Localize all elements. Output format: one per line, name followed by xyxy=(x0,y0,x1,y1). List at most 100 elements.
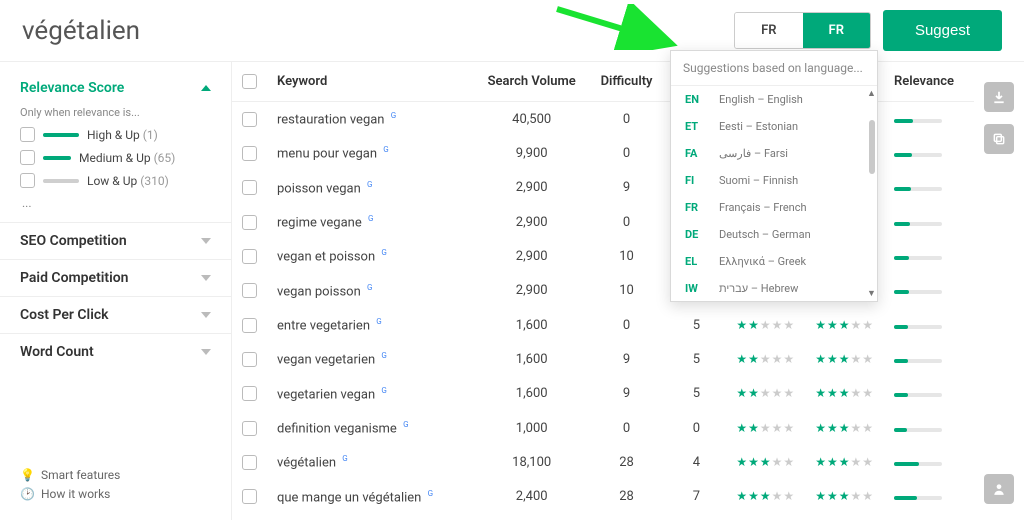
scroll-up-arrow[interactable]: ▲ xyxy=(867,88,875,99)
relevance-option[interactable]: Medium & Up (65) xyxy=(20,150,211,165)
language-dropdown[interactable]: Suggestions based on language... ▲ ENEng… xyxy=(670,50,878,302)
language-option[interactable]: IWעברית – Hebrew xyxy=(671,275,877,301)
keyword-cell[interactable]: restauration vegan G xyxy=(267,102,477,137)
row-checkbox[interactable] xyxy=(242,318,257,333)
keyword-cell[interactable]: definition veganisme G xyxy=(267,411,477,445)
scroll-down-arrow[interactable]: ▼ xyxy=(867,288,875,299)
row-checkbox[interactable] xyxy=(242,489,257,504)
difficulty-cell: 10 xyxy=(587,239,667,273)
copy-button[interactable] xyxy=(984,124,1014,154)
lang-language-button[interactable]: FR xyxy=(803,13,870,48)
language-option[interactable]: FISuomi – Finnish xyxy=(671,167,877,194)
facet-relevance-title: Relevance Score xyxy=(20,80,124,96)
volume-cell: 2,900 xyxy=(477,171,587,205)
keyword-cell[interactable]: poisson vegan G xyxy=(267,171,477,205)
row-checkbox[interactable] xyxy=(242,455,257,470)
facet-header[interactable]: Word Count xyxy=(0,333,231,370)
facet-relevance-hint: Only when relevance is... xyxy=(20,106,211,119)
checkbox[interactable] xyxy=(20,173,35,188)
table-row: vegan vegetarien G1,60095★★★★★★★★★★ xyxy=(232,342,974,376)
suggest-button[interactable]: Suggest xyxy=(883,10,1002,51)
star-rating: ★★★★★ xyxy=(815,318,874,332)
select-all-checkbox[interactable] xyxy=(242,74,257,89)
google-icon: G xyxy=(376,317,381,326)
row-checkbox[interactable] xyxy=(242,180,257,195)
keyword-cell[interactable]: entre vegetarien G xyxy=(267,308,477,342)
star-rating: ★★★★★ xyxy=(736,489,795,503)
caret-down-icon xyxy=(201,238,211,244)
keyword-cell[interactable]: végétalien G xyxy=(267,445,477,479)
user-button[interactable] xyxy=(984,474,1014,504)
google-icon: G xyxy=(403,420,408,429)
row-checkbox[interactable] xyxy=(242,112,257,127)
keyword-cell[interactable]: vegan vegetarien G xyxy=(267,342,477,376)
row-checkbox[interactable] xyxy=(242,352,257,367)
col-difficulty[interactable]: Difficulty xyxy=(587,62,667,102)
language-dropdown-title: Suggestions based on language... xyxy=(671,51,877,86)
relevance-bar xyxy=(894,119,942,123)
row-checkbox[interactable] xyxy=(242,421,257,436)
language-option[interactable]: FAفارسی – Farsi xyxy=(671,140,877,167)
difficulty-cell: 0 xyxy=(587,411,667,445)
scrollbar-thumb[interactable] xyxy=(869,120,875,174)
google-icon: G xyxy=(428,489,433,498)
facet-header[interactable]: Cost Per Click xyxy=(0,296,231,333)
volume-cell: 2,900 xyxy=(477,274,587,308)
language-option[interactable]: ETEesti – Estonian xyxy=(671,113,877,140)
keyword-cell[interactable]: regime vegane G xyxy=(267,205,477,239)
row-checkbox[interactable] xyxy=(242,249,257,264)
caret-up-icon xyxy=(201,85,211,91)
keyword-cell[interactable]: que mange un végétalien G xyxy=(267,480,477,514)
col-volume[interactable]: Search Volume xyxy=(477,62,587,102)
keyword-cell[interactable]: vegetarien vegan G xyxy=(267,377,477,411)
star-rating: ★★★★★ xyxy=(736,386,795,400)
facet-header[interactable]: SEO Competition xyxy=(0,222,231,259)
table-row: definition veganisme G1,00000★★★★★★★★★★ xyxy=(232,411,974,445)
volume-cell: 1,600 xyxy=(477,308,587,342)
relevance-bar xyxy=(894,153,942,157)
bulb-icon: 💡 xyxy=(20,468,35,482)
download-button[interactable] xyxy=(984,82,1014,112)
checkbox[interactable] xyxy=(20,127,35,142)
facet-relevance-header[interactable]: Relevance Score xyxy=(0,70,231,106)
row-checkbox[interactable] xyxy=(242,215,257,230)
row-checkbox[interactable] xyxy=(242,283,257,298)
table-row: entre vegetarien G1,60005★★★★★★★★★★ xyxy=(232,308,974,342)
language-option[interactable]: ELΕλληνικά – Greek xyxy=(671,248,877,275)
row-checkbox[interactable] xyxy=(242,386,257,401)
relevance-option[interactable]: Low & Up (310) xyxy=(20,173,211,188)
difficulty-cell: 28 xyxy=(587,445,667,479)
col-keyword[interactable]: Keyword xyxy=(267,62,477,102)
relevance-option[interactable]: High & Up (1) xyxy=(20,127,211,142)
search-term[interactable]: végétalien xyxy=(22,16,722,46)
table-row: vegetarien vegan G1,60095★★★★★★★★★★ xyxy=(232,377,974,411)
keyword-cell[interactable]: menu pour vegan G xyxy=(267,136,477,170)
how-it-works-link[interactable]: 🕑 How it works xyxy=(20,487,211,501)
smart-features-link[interactable]: 💡 Smart features xyxy=(20,468,211,482)
relevance-bar xyxy=(894,222,942,226)
clock-icon: 🕑 xyxy=(20,487,35,501)
volume-cell: 18,100 xyxy=(477,445,587,479)
relevance-bar xyxy=(894,428,942,432)
more-options[interactable]: ... xyxy=(20,196,211,210)
row-checkbox[interactable] xyxy=(242,146,257,161)
star-rating: ★★★★★ xyxy=(815,386,874,400)
keyword-cell[interactable]: vegan poisson G xyxy=(267,274,477,308)
star-rating: ★★★★★ xyxy=(815,455,874,469)
star-rating: ★★★★★ xyxy=(815,352,874,366)
table-row: que mange un végétalien G2,400287★★★★★★★… xyxy=(232,480,974,514)
language-option[interactable]: DEDeutsch – German xyxy=(671,221,877,248)
relevance-bar xyxy=(894,393,942,397)
lang-country-button[interactable]: FR xyxy=(735,13,802,48)
volume-cell: 1,600 xyxy=(477,377,587,411)
language-toggle[interactable]: FR FR xyxy=(734,12,871,49)
language-option[interactable]: FRFrançais – French xyxy=(671,194,877,221)
facet-header[interactable]: Paid Competition xyxy=(0,259,231,296)
col-relevance[interactable]: Relevance xyxy=(884,62,974,102)
language-option[interactable]: ENEnglish – English xyxy=(671,86,877,113)
difficulty-cell: 10 xyxy=(587,274,667,308)
volume-cell: 2,400 xyxy=(477,480,587,514)
volume-cell: 40,500 xyxy=(477,102,587,137)
keyword-cell[interactable]: vegan et poisson G xyxy=(267,239,477,273)
checkbox[interactable] xyxy=(20,150,35,165)
